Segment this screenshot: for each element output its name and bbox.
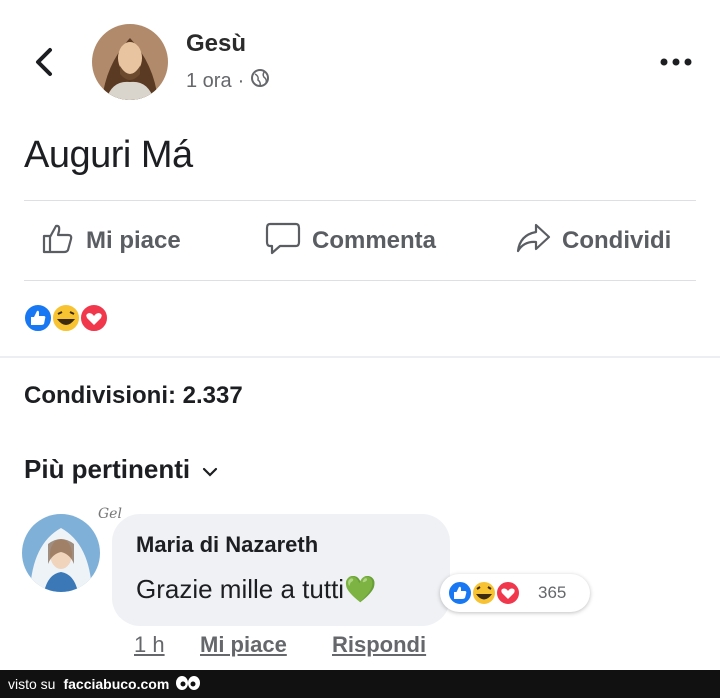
comment-time[interactable]: 1 h [134,632,165,658]
filter-label: Più pertinenti [24,454,191,484]
section-divider [0,356,720,358]
comment-reactions[interactable]: 365 [440,574,590,612]
watermark-site: facciabuco.com [63,676,170,692]
comment-filter[interactable]: Più pertinenti [24,454,218,485]
comment-icon [264,220,302,263]
comment-like-link[interactable]: Mi piace [200,632,287,658]
like-label: Mi piace [86,227,181,254]
handwritten-note: Gel [98,506,122,522]
post-text: Auguri Má [24,134,193,176]
author-avatar[interactable] [92,24,168,100]
eyes-logo-icon [175,674,201,695]
like-reaction-icon [447,580,473,606]
watermark-bar: visto su facciabuco.com [0,670,720,698]
comment-body: Grazie mille a tutti [136,574,345,604]
love-reaction-icon [495,580,521,606]
globe-icon [250,68,270,94]
haha-reaction-icon [471,580,497,606]
divider [24,200,696,201]
post-time[interactable]: 1 ora [186,70,232,93]
share-icon [514,220,552,263]
commenter-name[interactable]: Maria di Nazareth [136,532,318,558]
like-reaction-icon [23,303,53,333]
post-author-name[interactable]: Gesù [186,30,246,58]
watermark-prefix: visto su [8,676,56,692]
divider [24,280,696,281]
back-arrow-icon[interactable] [30,42,60,82]
comment-text: Grazie mille a tutti 💚 [136,574,376,605]
love-reaction-icon [79,303,109,333]
thumbs-up-icon [40,220,76,263]
chevron-down-icon [202,454,218,485]
comment-bubble [112,514,450,626]
comment-label: Commenta [312,227,437,254]
comment-button[interactable]: Commenta [264,220,436,262]
haha-reaction-icon [51,303,81,333]
post-reactions[interactable] [22,300,122,336]
commenter-avatar[interactable] [22,514,100,592]
post-meta: 1 ora · [186,68,270,94]
share-label: Condividi [562,227,672,254]
reaction-count: 365 [538,583,567,602]
shares-count[interactable]: Condivisioni: 2.337 [24,382,243,410]
more-icon[interactable] [658,52,694,72]
like-button[interactable]: Mi piace [40,220,181,262]
comment-reply-link[interactable]: Rispondi [332,632,426,658]
share-button[interactable]: Condividi [514,220,671,262]
meta-separator: · [237,69,245,92]
green-heart-emoji: 💚 [344,574,377,605]
